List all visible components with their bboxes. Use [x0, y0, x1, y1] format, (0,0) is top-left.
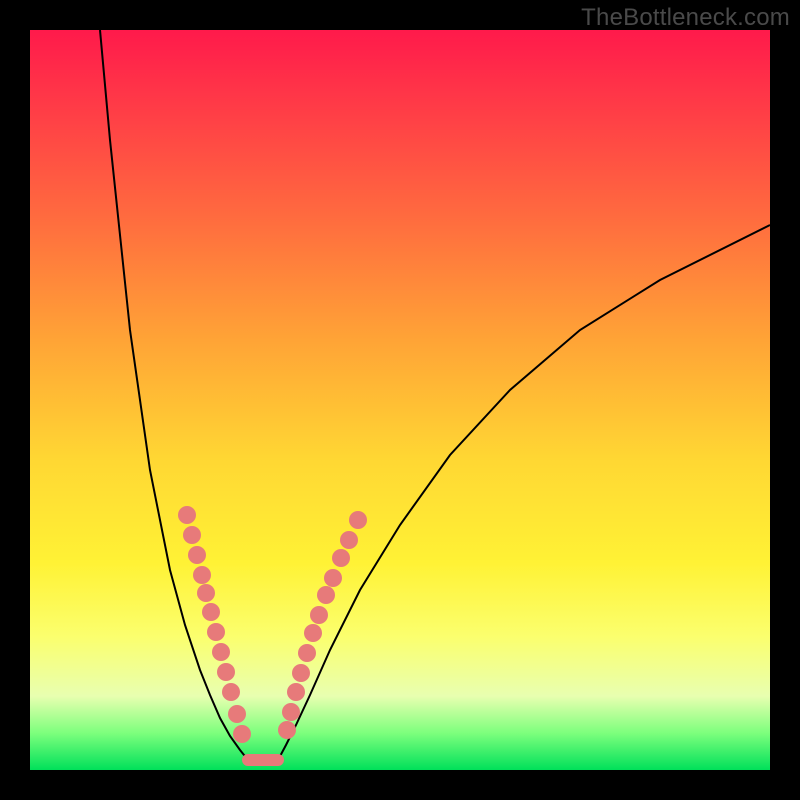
- data-dot: [292, 664, 310, 682]
- data-dot: [324, 569, 342, 587]
- data-dot: [228, 705, 246, 723]
- data-dot: [287, 683, 305, 701]
- watermark-text: TheBottleneck.com: [581, 4, 790, 32]
- data-dot: [304, 624, 322, 642]
- data-dot: [282, 703, 300, 721]
- data-dot: [207, 623, 225, 641]
- data-dot: [202, 603, 220, 621]
- data-dot: [217, 663, 235, 681]
- data-dot: [197, 584, 215, 602]
- curve-right-arm: [278, 225, 770, 760]
- data-dot: [278, 721, 296, 739]
- data-dot: [298, 644, 316, 662]
- data-dot: [349, 511, 367, 529]
- plot-area: [30, 30, 770, 770]
- data-dot: [332, 549, 350, 567]
- curve-layer: [30, 30, 770, 770]
- dots-right-group: [278, 511, 367, 739]
- data-dot: [233, 725, 251, 743]
- data-dot: [310, 606, 328, 624]
- data-dot: [212, 643, 230, 661]
- data-dot: [222, 683, 240, 701]
- data-dot: [317, 586, 335, 604]
- data-dot: [183, 526, 201, 544]
- data-dot: [188, 546, 206, 564]
- data-dot: [340, 531, 358, 549]
- chart-frame: TheBottleneck.com: [0, 0, 800, 800]
- data-dot: [178, 506, 196, 524]
- data-dot: [193, 566, 211, 584]
